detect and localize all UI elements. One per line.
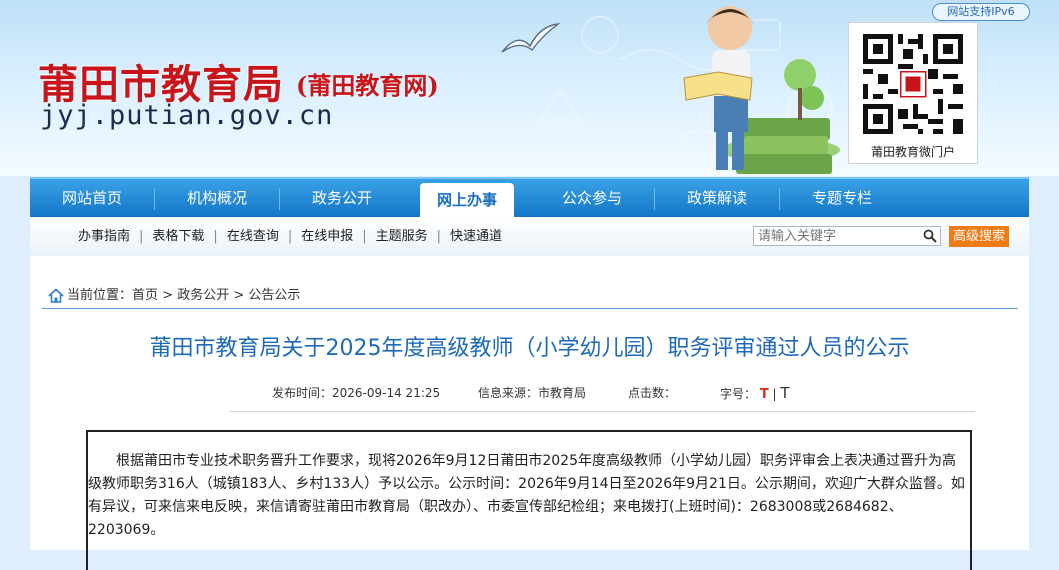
subnav-item-apply[interactable]: 在线申报 [301,229,353,244]
nav-item-policy-interpretation[interactable]: 政策解读 [655,179,779,219]
child-reading-illustration [683,6,840,174]
nav-item-government-affairs[interactable]: 政务公开 [280,179,404,219]
sub-nav-links: 办事指南 | 表格下载 | 在线查询 | 在线申报 | 主题服务 | 快速通道 [78,217,502,256]
qr-code-panel: 莆田教育微门户 [848,22,978,164]
breadcrumb-prefix: 当前位置： [67,288,133,303]
publish-time: 发布时间：2026-09-14 21:25 [272,386,441,400]
article-body: 根据莆田市专业技术职务晋升工作要求，现将2026年9月12日莆田市2025年度高… [86,430,972,570]
subnav-item-themes[interactable]: 主题服务 [376,229,428,244]
breadcrumb-home[interactable]: 首页 [132,288,158,303]
subnav-separator: | [436,229,442,244]
subnav-separator: | [139,229,144,244]
search-input[interactable] [753,226,941,246]
content-area: 当前位置：首页 > 政务公开 > 公告公示 莆田市教育局关于2025年度高级教师… [30,256,1029,570]
meta-divider [230,411,975,412]
click-count: 点击数： [628,386,677,400]
site-header: 莆田市教育局 (莆田教育网) jyj.putian.gov.cn 网站支持IPv… [0,0,1059,176]
main-nav: 网站首页 机构概况 政务公开 网上办事 公众参与 政策解读 专题专栏 [30,177,1029,221]
article-title: 莆田市教育局关于2025年度高级教师（小学幼儿园）职务评审通过人员的公示 [149,336,910,361]
site-subtitle: (莆田教育网) [296,71,439,100]
breadcrumb-divider [42,308,1018,309]
breadcrumb-government-affairs[interactable]: 政务公开 [177,288,229,303]
subnav-separator: | [362,229,367,244]
breadcrumb-separator: > [158,288,178,303]
font-size-large-button[interactable]: T [760,387,769,402]
article-paragraph: 根据莆田市专业技术职务晋升工作要求，现将2026年9月12日莆田市2025年度高… [88,453,965,538]
font-size-separator: | [772,387,777,401]
breadcrumb: 当前位置：首页 > 政务公开 > 公告公示 [48,284,300,303]
breadcrumb-separator: > [229,288,249,303]
subnav-item-query[interactable]: 在线查询 [227,229,279,244]
nav-item-home[interactable]: 网站首页 [30,179,154,219]
subnav-separator: | [213,229,218,244]
qr-code-icon [858,29,968,139]
site-url: jyj.putian.gov.cn [40,100,334,131]
home-icon [48,288,64,303]
seagull-icon [501,23,560,53]
nav-item-about[interactable]: 机构概况 [155,179,279,219]
info-source: 信息来源：市教育局 [478,386,587,400]
advanced-search-button[interactable]: 高级搜索 [949,226,1009,247]
qr-label: 莆田教育微门户 [870,145,955,159]
font-size-label: 字号： [720,387,757,401]
subnav-separator: | [287,229,293,244]
font-size-control: 字号： T | T [720,384,790,402]
sub-nav: 办事指南 | 表格下载 | 在线查询 | 在线申报 | 主题服务 | 快速通道 高级搜索 [30,217,1029,257]
subnav-item-forms[interactable]: 表格下载 [152,229,204,244]
ipv6-badge[interactable]: 网站支持IPv6 [932,3,1030,21]
subnav-item-fast-track[interactable]: 快速通道 [450,229,502,244]
nav-item-special-topics[interactable]: 专题专栏 [780,179,904,219]
nav-item-public-participation[interactable]: 公众参与 [530,179,654,219]
subnav-item-guide[interactable]: 办事指南 [78,229,130,244]
nav-item-online-services[interactable]: 网上办事 [420,183,514,221]
search-icon[interactable] [923,229,937,243]
font-size-small-button[interactable]: T [780,384,789,402]
breadcrumb-announcements[interactable]: 公告公示 [248,288,300,303]
